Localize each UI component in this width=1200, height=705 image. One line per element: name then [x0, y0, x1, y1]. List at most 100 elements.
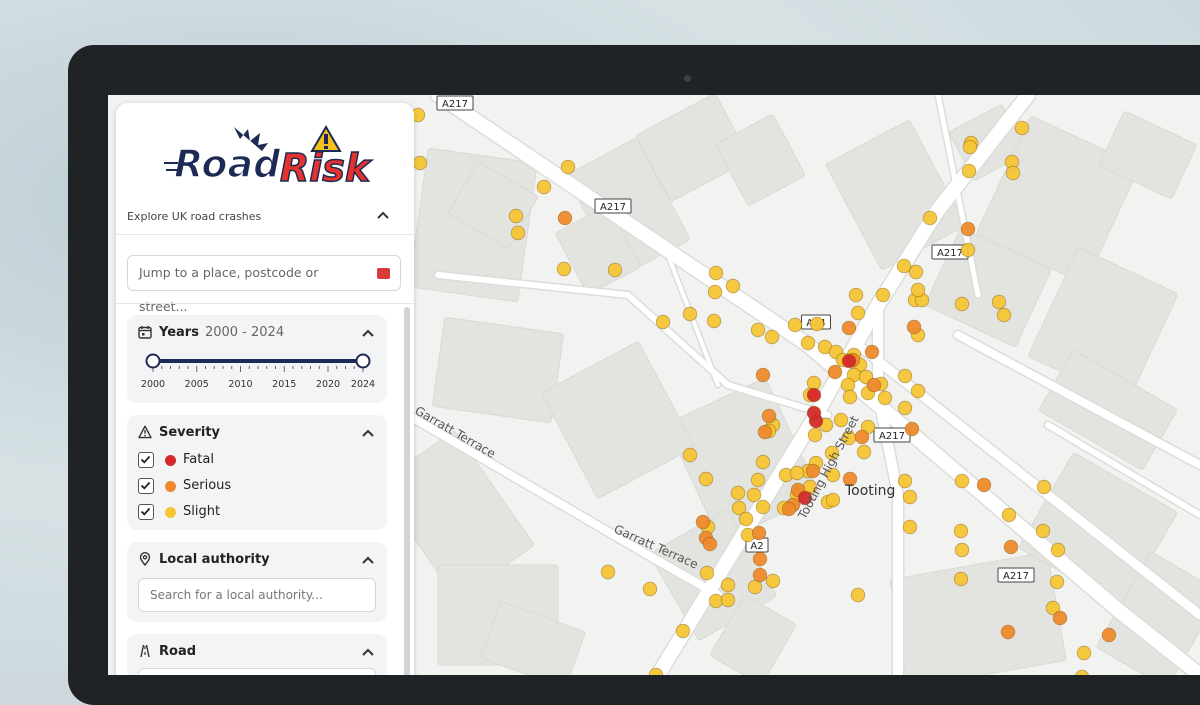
- slight-crash-marker[interactable]: [699, 565, 715, 581]
- slight-crash-marker[interactable]: [765, 573, 781, 589]
- sidebar-scrollbar[interactable]: [404, 307, 410, 675]
- slight-crash-marker[interactable]: [607, 262, 623, 278]
- slight-crash-marker[interactable]: [954, 473, 970, 489]
- slight-crash-marker[interactable]: [953, 571, 969, 587]
- slight-crash-marker[interactable]: [910, 383, 926, 399]
- slight-crash-marker[interactable]: [809, 316, 825, 332]
- slight-crash-marker[interactable]: [1035, 523, 1051, 539]
- serious-crash-marker[interactable]: [960, 221, 976, 237]
- serious-crash-marker[interactable]: [752, 567, 768, 583]
- fatal-crash-marker[interactable]: [841, 353, 857, 369]
- slight-crash-marker[interactable]: [806, 375, 822, 391]
- slight-crash-marker[interactable]: [642, 581, 658, 597]
- serious-crash-marker[interactable]: [854, 429, 870, 445]
- slight-crash-marker[interactable]: [1014, 120, 1030, 136]
- slight-crash-marker[interactable]: [508, 208, 524, 224]
- fatal-crash-marker[interactable]: [806, 405, 822, 421]
- serious-crash-marker[interactable]: [827, 364, 843, 380]
- serious-crash-marker[interactable]: [1003, 539, 1019, 555]
- slight-crash-marker[interactable]: [738, 511, 754, 527]
- slight-crash-marker[interactable]: [961, 163, 977, 179]
- slight-crash-marker[interactable]: [706, 313, 722, 329]
- slight-crash-marker[interactable]: [902, 489, 918, 505]
- fatal-checkbox[interactable]: [138, 452, 154, 468]
- road-chevron-up-icon[interactable]: [362, 648, 374, 656]
- serious-crash-marker[interactable]: [841, 320, 857, 336]
- slight-crash-marker[interactable]: [825, 492, 841, 508]
- slight-crash-marker[interactable]: [755, 454, 771, 470]
- slight-crash-marker[interactable]: [875, 287, 891, 303]
- slight-crash-marker[interactable]: [675, 623, 691, 639]
- collapse-header-chevron-icon[interactable]: [377, 211, 389, 219]
- slight-crash-marker[interactable]: [698, 471, 714, 487]
- slight-crash-marker[interactable]: [877, 390, 893, 406]
- slight-crash-marker[interactable]: [720, 592, 736, 608]
- slight-crash-marker[interactable]: [708, 265, 724, 281]
- road-search-input[interactable]: [138, 668, 376, 675]
- fatal-crash-marker[interactable]: [806, 387, 822, 403]
- slight-crash-marker[interactable]: [848, 287, 864, 303]
- slight-crash-marker[interactable]: [755, 499, 771, 515]
- local-authority-search-input[interactable]: Search for a local authority...: [138, 578, 376, 612]
- slight-crash-marker[interactable]: [560, 159, 576, 175]
- location-search-input[interactable]: Jump to a place, postcode or street...: [127, 255, 401, 314]
- slight-crash-marker[interactable]: [954, 542, 970, 558]
- slight-crash-marker[interactable]: [1036, 479, 1052, 495]
- slight-crash-marker[interactable]: [510, 225, 526, 241]
- serious-crash-marker[interactable]: [781, 501, 797, 517]
- slight-crash-marker[interactable]: [412, 155, 428, 171]
- slight-crash-marker[interactable]: [682, 306, 698, 322]
- slight-crash-marker[interactable]: [960, 242, 976, 258]
- slight-crash-marker[interactable]: [1050, 542, 1066, 558]
- serious-crash-marker[interactable]: [695, 514, 711, 530]
- slight-crash-marker[interactable]: [1001, 507, 1017, 523]
- slight-crash-marker[interactable]: [556, 261, 572, 277]
- slight-crash-marker[interactable]: [750, 472, 766, 488]
- slight-crash-marker[interactable]: [720, 577, 736, 593]
- slight-crash-marker[interactable]: [962, 139, 978, 155]
- slight-crash-marker[interactable]: [536, 179, 552, 195]
- serious-crash-marker[interactable]: [1000, 624, 1016, 640]
- flag-icon[interactable]: [377, 268, 390, 279]
- serious-crash-marker[interactable]: [976, 477, 992, 493]
- slight-crash-marker[interactable]: [953, 523, 969, 539]
- severity-chevron-up-icon[interactable]: [362, 429, 374, 437]
- slight-crash-marker[interactable]: [922, 210, 938, 226]
- slight-crash-marker[interactable]: [787, 317, 803, 333]
- slight-crash-marker[interactable]: [856, 444, 872, 460]
- serious-crash-marker[interactable]: [752, 551, 768, 567]
- slight-crash-marker[interactable]: [725, 278, 741, 294]
- serious-crash-marker[interactable]: [1101, 627, 1117, 643]
- slight-crash-marker[interactable]: [807, 427, 823, 443]
- local-authority-chevron-up-icon[interactable]: [362, 556, 374, 564]
- slight-crash-marker[interactable]: [800, 335, 816, 351]
- slight-crash-marker[interactable]: [908, 264, 924, 280]
- serious-crash-marker[interactable]: [866, 377, 882, 393]
- slight-crash-marker[interactable]: [840, 377, 856, 393]
- slight-crash-marker[interactable]: [1005, 165, 1021, 181]
- serious-crash-marker[interactable]: [751, 525, 767, 541]
- serious-crash-marker[interactable]: [755, 367, 771, 383]
- slight-crash-marker[interactable]: [682, 447, 698, 463]
- years-chevron-up-icon[interactable]: [362, 329, 374, 337]
- serious-crash-marker[interactable]: [557, 210, 573, 226]
- slight-crash-marker[interactable]: [902, 519, 918, 535]
- slight-crash-marker[interactable]: [789, 465, 805, 481]
- slight-crash-marker[interactable]: [1076, 645, 1092, 661]
- serious-crash-marker[interactable]: [864, 344, 880, 360]
- slight-crash-marker[interactable]: [897, 473, 913, 489]
- slight-crash-marker[interactable]: [747, 579, 763, 595]
- slight-crash-marker[interactable]: [730, 485, 746, 501]
- slight-crash-marker[interactable]: [707, 284, 723, 300]
- slight-crash-marker[interactable]: [896, 258, 912, 274]
- slight-crash-marker[interactable]: [850, 305, 866, 321]
- serious-crash-marker[interactable]: [761, 408, 777, 424]
- slight-crash-marker[interactable]: [910, 282, 926, 298]
- slight-crash-marker[interactable]: [708, 593, 724, 609]
- serious-crash-marker[interactable]: [906, 319, 922, 335]
- serious-crash-marker[interactable]: [904, 421, 920, 437]
- slight-crash-marker[interactable]: [954, 296, 970, 312]
- years-range-slider[interactable]: [127, 351, 387, 377]
- slight-crash-marker[interactable]: [897, 400, 913, 416]
- serious-crash-marker[interactable]: [702, 536, 718, 552]
